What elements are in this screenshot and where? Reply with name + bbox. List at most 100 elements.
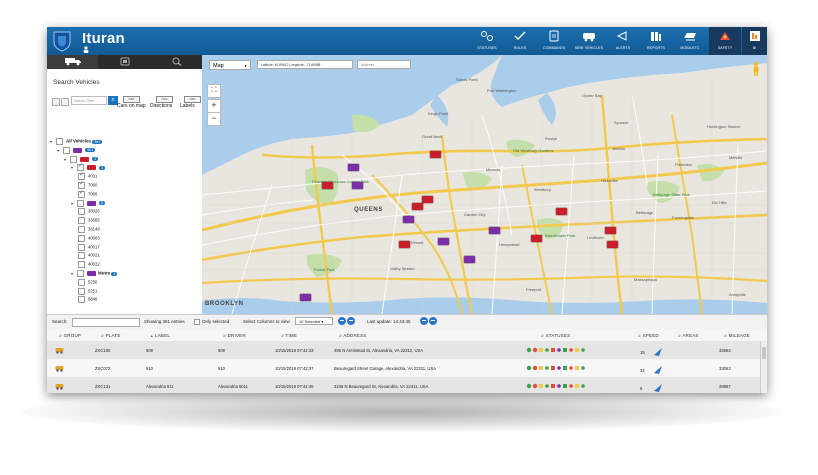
refresh-button[interactable] [420, 317, 428, 325]
nav-safety[interactable]: SAFETY [709, 27, 741, 55]
cars-on-map-toggle[interactable]: OFF [123, 96, 140, 103]
nav-statuses[interactable]: STATUSES [472, 27, 502, 55]
column-header-label: GROUP [63, 333, 82, 338]
tree-checkbox[interactable] [78, 261, 85, 269]
tree-checkbox[interactable] [78, 278, 85, 286]
tree-checkbox[interactable] [78, 226, 85, 233]
vehicle-marker-icon[interactable] [438, 238, 449, 245]
nav-reports[interactable]: REPORTS [641, 27, 671, 55]
map-place-label: Massapequa [634, 277, 657, 282]
vehicle-marker-icon[interactable] [300, 294, 311, 301]
tree-checkbox[interactable] [77, 199, 84, 207]
tree-node[interactable]: 40022 [78, 261, 100, 270]
vehicle-marker-icon[interactable] [412, 203, 423, 210]
columns-selected-value: 10 Selected [299, 319, 321, 324]
tree-node[interactable]: ▾ 3 [71, 162, 106, 173]
table-row[interactable]: ZXC131 Alexandria 511 Alexandria 5011 10/15… [47, 377, 761, 393]
tab-search[interactable] [151, 55, 202, 69]
nav-new-vehicles[interactable]: NEW VEHICLES [573, 27, 605, 55]
vehicle-marker-icon[interactable] [352, 182, 363, 189]
tree-node[interactable]: ▾ 8 [71, 199, 106, 209]
pegman-icon[interactable] [751, 61, 761, 77]
labels-toggle[interactable]: OFF [184, 96, 201, 103]
zoom-in-button[interactable]: + [207, 99, 221, 113]
column-header[interactable]: ⇵ TIME [281, 333, 297, 338]
nav-commands[interactable]: COMMANDS [539, 27, 569, 55]
scroll-thumb[interactable] [762, 347, 766, 359]
columns-select[interactable]: 10 Selected ▾ [295, 317, 333, 325]
column-header[interactable]: ⇵ SPEED [638, 333, 659, 338]
map-view[interactable]: Kings Point Great Neck Roslyn Port Washingt… [202, 55, 767, 314]
vehicle-marker-icon[interactable] [489, 227, 500, 234]
nav-alerts[interactable]: ALERTS [608, 27, 638, 55]
map-type-select[interactable]: Map ▸ [209, 60, 251, 70]
tree-node[interactable]: 33565 [78, 217, 100, 226]
tree-checkbox[interactable] [78, 287, 85, 295]
column-header[interactable]: ⇵ MILEAGE [724, 333, 750, 338]
tree-node[interactable]: 5846 [78, 296, 97, 305]
tab-vehicles[interactable] [47, 55, 98, 69]
tree-node[interactable]: ▾ 361 [57, 146, 96, 156]
tab-devices[interactable] [99, 55, 150, 69]
grid-search-input[interactable] [72, 318, 140, 327]
collapse-button[interactable] [338, 317, 346, 325]
vehicle-marker-icon[interactable] [430, 151, 441, 158]
table-row[interactable]: ZXC072 510 510 10/15/2019 07:42:37 Beauregar… [47, 359, 761, 377]
tree-node[interactable]: 40003 [78, 234, 100, 244]
tree-checkbox[interactable] [78, 252, 85, 260]
tree-node[interactable]: 40021 [78, 252, 100, 261]
tree-node[interactable]: 5250 [78, 278, 97, 288]
tree-node[interactable]: 5251 [78, 287, 97, 297]
vehicle-marker-icon[interactable] [348, 164, 359, 171]
expand-button[interactable] [347, 317, 355, 325]
table-row[interactable]: ZXC100 509 509 10/15/2019 07:42:33 495 N Arm… [47, 341, 761, 359]
tree-checkbox[interactable] [78, 189, 85, 198]
user-icon[interactable] [83, 46, 89, 53]
vehicle-marker-icon[interactable] [422, 196, 433, 203]
list-view-icon[interactable] [52, 98, 60, 106]
vehicle-marker-icon[interactable] [322, 182, 333, 189]
tree-checkbox[interactable] [77, 270, 84, 277]
search-filter-input[interactable]: Search Filter [71, 96, 107, 105]
nav-bi[interactable]: BI [742, 27, 767, 55]
zoom-out-button[interactable]: − [207, 112, 221, 126]
tree-node[interactable]: ▾ Mutre 3 [71, 270, 118, 279]
grid-scrollbar[interactable] [760, 341, 767, 393]
tree-node[interactable]: 38026 [78, 208, 100, 217]
map-place-label: Melville [729, 155, 743, 160]
nav-rules[interactable]: RULES [505, 27, 535, 55]
tree-checkbox[interactable] [78, 296, 85, 304]
vehicle-marker-icon[interactable] [531, 235, 542, 242]
vehicle-marker-icon[interactable] [403, 216, 414, 223]
address-search-input[interactable]: Address [357, 60, 411, 69]
tree-checkbox[interactable] [78, 234, 85, 242]
settings-button[interactable] [429, 317, 437, 325]
directions-toggle[interactable]: OFF [156, 96, 173, 103]
grid-view-icon[interactable] [61, 98, 69, 106]
column-header[interactable]: ⇵ PLATE [101, 333, 121, 338]
column-header[interactable]: ⇵ STATUSES [541, 333, 570, 338]
tree-node[interactable]: ▾ All Vehicles 361 [50, 138, 103, 147]
vehicle-marker-icon[interactable] [556, 208, 567, 215]
vehicle-marker-icon[interactable] [605, 227, 616, 234]
column-header[interactable]: ▲ LABEL [150, 333, 170, 338]
tree-node[interactable]: 7066 [78, 189, 97, 200]
column-header[interactable]: ⇵ ADDRESS [339, 333, 367, 338]
tree-checkbox[interactable] [78, 243, 85, 251]
tree-checkbox[interactable] [63, 146, 70, 154]
vehicle-marker-icon[interactable] [399, 241, 410, 248]
column-header[interactable]: ⇵ DRIVER [223, 333, 246, 338]
column-header[interactable]: ⇵ GROUP [59, 333, 81, 338]
tree-checkbox[interactable] [56, 138, 63, 145]
tree-node[interactable]: 40017 [78, 243, 100, 253]
nav-mobiletc[interactable]: MOBILETC [675, 27, 705, 55]
vehicle-marker-icon[interactable] [464, 256, 475, 263]
vehicle-marker-icon[interactable] [607, 241, 618, 248]
tree-node[interactable]: 38148 [78, 226, 100, 235]
tree-checkbox[interactable] [78, 217, 85, 225]
tree-checkbox[interactable] [78, 208, 85, 216]
tree-checkbox[interactable] [70, 155, 77, 163]
only-selected-checkbox[interactable] [194, 319, 200, 325]
column-header[interactable]: ⇵ AREAS [678, 333, 699, 338]
fullscreen-button[interactable]: ⛶ [207, 84, 221, 98]
